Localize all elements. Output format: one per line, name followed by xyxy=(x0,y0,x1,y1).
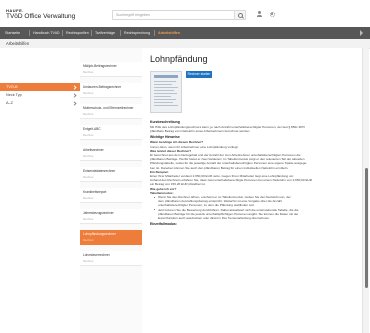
thumbnail-row xyxy=(154,99,176,100)
app-window: HAUFE. TVöD Office Verwaltung Startseite… xyxy=(0,0,370,333)
tab-separator xyxy=(154,30,155,36)
tab-tarifvertraege[interactable]: Tarifverträge xyxy=(95,27,115,39)
list-item-subtitle: Rechner xyxy=(83,70,94,75)
thumbnail-row xyxy=(154,90,174,91)
thumbnail-row xyxy=(154,96,171,97)
content-pane: Lohnpfändung Rechner starten Kurzbeschre… xyxy=(142,48,362,333)
list-item-title: Krankheitsreport xyxy=(83,190,107,195)
sidebar-item-label: Neck Typ xyxy=(6,92,22,97)
list-item[interactable]: Midijob-Beitragsrechner Rechner xyxy=(80,62,142,77)
tab-startseite[interactable]: Startseite xyxy=(5,27,20,39)
scrollbar[interactable] xyxy=(362,48,369,333)
tab-separator xyxy=(120,30,121,36)
list-item-title: Lohnsteuerrechner xyxy=(83,253,110,258)
list-item-subtitle: Rechner xyxy=(83,112,94,117)
tab-separator xyxy=(62,30,63,36)
list-item-title: Entsendedatenrechner xyxy=(83,169,116,174)
main-tab-bar: Startseite Handbuch TVöD Rechtsquellen T… xyxy=(0,27,370,39)
list-item[interactable]: Krankheitsreport Rechner xyxy=(80,188,142,203)
paragraph-line: pfändbare Betrag vom Nettolohn eines Arb… xyxy=(150,129,251,134)
search-input[interactable] xyxy=(116,11,226,19)
tab-rechtsprechung[interactable]: Rechtsprechung xyxy=(124,27,150,39)
list-item[interactable]: Lohnsteuerrechner Rechner xyxy=(80,251,142,266)
user-icon[interactable] xyxy=(256,11,262,17)
calculator-thumbnail-image xyxy=(150,71,182,113)
bullet-item: Wenn Sie den Rechner öffnen, erscheint e… xyxy=(150,195,354,199)
list-item[interactable]: Entsendedatenrechner Rechner xyxy=(80,167,142,182)
sidebar-item-label: A–Z xyxy=(6,100,13,105)
tab-handbuch[interactable]: Handbuch TVöD xyxy=(33,27,60,39)
thumbnail-header xyxy=(154,75,178,78)
list-item[interactable]: Mutterschutz- und Elternzeitrechner Rech… xyxy=(80,104,142,119)
thumbnail-row xyxy=(154,105,178,106)
list-item-subtitle: Rechner xyxy=(83,133,94,138)
list-item-active[interactable]: Lohnpfändungsrechner Rechner xyxy=(80,230,142,245)
thumbnail-row xyxy=(154,81,176,82)
tab-rechtsquellen[interactable]: Rechtsquellen xyxy=(66,27,89,39)
tab-arbeitshilfen[interactable]: Arbeitshilfen xyxy=(158,27,180,39)
search-icon xyxy=(238,12,243,18)
tab-separator xyxy=(91,30,92,36)
list-item-title: Jahresbezugsrechner xyxy=(83,211,114,216)
tab-separator xyxy=(29,30,30,36)
sidebar: TVÖ-B Neck Typ A–Z xyxy=(0,48,81,333)
search-box xyxy=(112,10,246,20)
article-body: Kurzbeschreibung Mit Hilfe des Lohnpfändu… xyxy=(150,118,354,227)
list-item-subtitle: Rechner xyxy=(83,154,94,159)
start-calculator-button[interactable]: Rechner starten xyxy=(186,71,212,78)
section-heading: Einzelfallmodus: xyxy=(150,222,177,227)
list-item-subtitle: Rechner xyxy=(83,238,94,243)
list-item-title: Lohnpfändungsrechner xyxy=(83,232,116,237)
chevron-right-icon xyxy=(72,93,77,98)
list-item-title: Mutterschutz- und Elternzeitrechner xyxy=(83,106,134,111)
chevron-right-icon xyxy=(72,101,77,106)
sidebar-item-label: TVÖ-B xyxy=(6,84,18,89)
list-item[interactable]: Jahresbezugsrechner Rechner xyxy=(80,209,142,224)
bullet-item: Jetzt können Sie die Bewertung durchführ… xyxy=(150,208,354,212)
page-title: Lohnpfändung xyxy=(150,54,208,64)
list-item-title: Umlaunen-Beitragsrechner xyxy=(83,85,122,90)
tool-list: Midijob-Beitragsrechner Rechner Umlaunen… xyxy=(80,48,143,333)
list-item-title: Midijob-Beitragsrechner xyxy=(83,64,117,69)
list-item-subtitle: Rechner xyxy=(83,175,94,180)
thumbnail-row xyxy=(154,84,172,85)
list-item-subtitle: Rechner xyxy=(83,259,94,264)
chevron-right-icon[interactable] xyxy=(360,30,364,36)
sidebar-item-tvoeb[interactable]: TVÖ-B xyxy=(0,83,80,91)
scrollbar-thumb[interactable] xyxy=(364,168,368,288)
search-button[interactable] xyxy=(234,11,245,19)
list-item[interactable]: Arbeitsrechner Rechner xyxy=(80,146,142,161)
app-title: TVöD Office Verwaltung xyxy=(6,13,76,20)
list-item[interactable]: Umlaunen-Beitragsrechner Rechner xyxy=(80,83,142,98)
bullet-continuation: Exportfunktion auch ausdrucken oder dire… xyxy=(158,216,270,221)
section-title: Arbeitshilfen xyxy=(6,41,30,47)
sidebar-item-neck-typ[interactable]: Neck Typ xyxy=(0,91,80,99)
thumbnail-row xyxy=(154,93,177,94)
list-item-title: Entgelt-ABC xyxy=(83,127,101,132)
list-item-subtitle: Rechner xyxy=(83,217,94,222)
sidebar-item-a-z[interactable]: A–Z xyxy=(0,99,80,107)
thumbnail-row xyxy=(154,87,178,88)
list-item-title: Arbeitsrechner xyxy=(83,148,104,153)
list-item-subtitle: Rechner xyxy=(83,196,94,201)
list-item-subtitle: Rechner xyxy=(83,91,94,96)
gear-icon[interactable] xyxy=(269,11,275,17)
list-item[interactable]: Entgelt-ABC Rechner xyxy=(80,125,142,140)
thumbnail-row xyxy=(154,102,173,103)
chevron-right-icon xyxy=(72,85,77,90)
